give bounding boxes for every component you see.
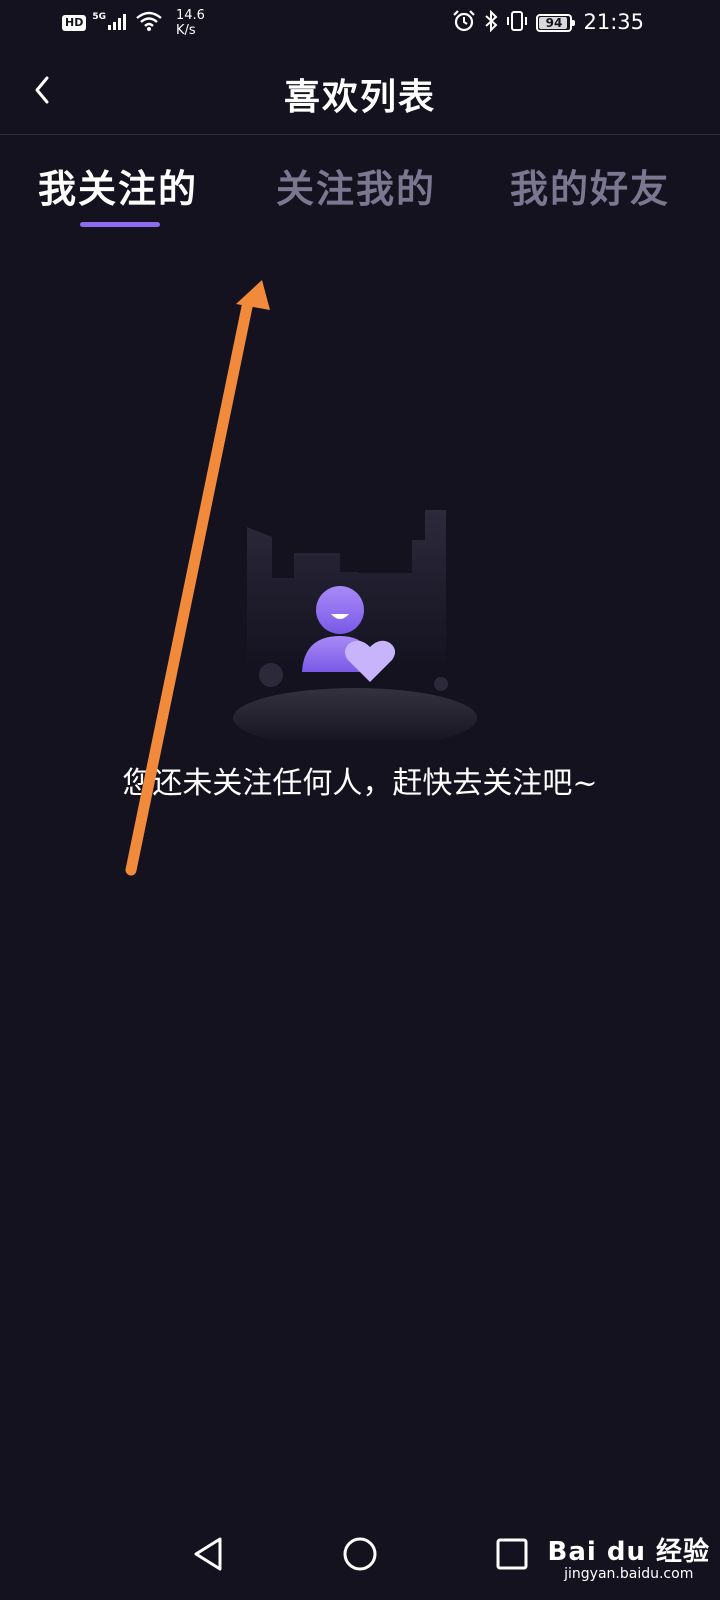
speed-unit: K/s	[176, 23, 196, 38]
status-time: 21:35	[583, 10, 644, 34]
battery-icon: 94	[536, 14, 575, 32]
status-left: HD 5G 14.6 K/s	[62, 8, 205, 38]
wifi-icon	[136, 11, 162, 35]
square-recents-icon	[496, 1538, 528, 1570]
status-bar: HD 5G 14.6 K/s 94 21:35	[0, 0, 720, 48]
battery-level: 94	[545, 16, 563, 30]
empty-state-illustration	[233, 510, 477, 740]
ground-hill	[233, 688, 477, 740]
tab-followers[interactable]: 关注我的	[276, 158, 436, 213]
speed-value: 14.6	[176, 8, 205, 23]
vibrate-icon	[506, 10, 528, 36]
tree-left	[259, 663, 283, 687]
network-speed: 14.6 K/s	[176, 8, 205, 38]
page-title: 喜欢列表	[283, 76, 436, 118]
watermark-url: jingyan.baidu.com	[564, 1566, 694, 1582]
empty-state-message: 您还未关注任何人，赶快去关注吧~	[122, 766, 598, 801]
circle-home-icon	[343, 1537, 377, 1571]
hd-badge: HD	[62, 15, 87, 31]
watermark-brand: Bai du 经验	[547, 1537, 710, 1567]
tab-bar: 我关注的 关注我的 我的好友	[0, 134, 720, 230]
nav-home-button[interactable]	[330, 1524, 390, 1584]
tab-friends[interactable]: 我的好友	[510, 158, 670, 213]
network-type: 5G	[92, 12, 106, 22]
triangle-back-icon	[194, 1537, 222, 1571]
app-header: 喜欢列表	[0, 48, 720, 135]
tab-following[interactable]: 我关注的	[38, 158, 198, 213]
signal-icon	[108, 12, 130, 34]
baidu-jingyan-watermark: Bai du 经验 jingyan.baidu.com	[548, 1531, 711, 1582]
nav-recents-button[interactable]	[482, 1524, 542, 1584]
status-right: 94	[452, 9, 575, 36]
alarm-icon	[452, 10, 476, 36]
bluetooth-icon	[484, 9, 498, 36]
active-tab-indicator	[80, 222, 160, 227]
tree-right	[434, 677, 448, 691]
nav-back-button[interactable]	[178, 1524, 238, 1584]
